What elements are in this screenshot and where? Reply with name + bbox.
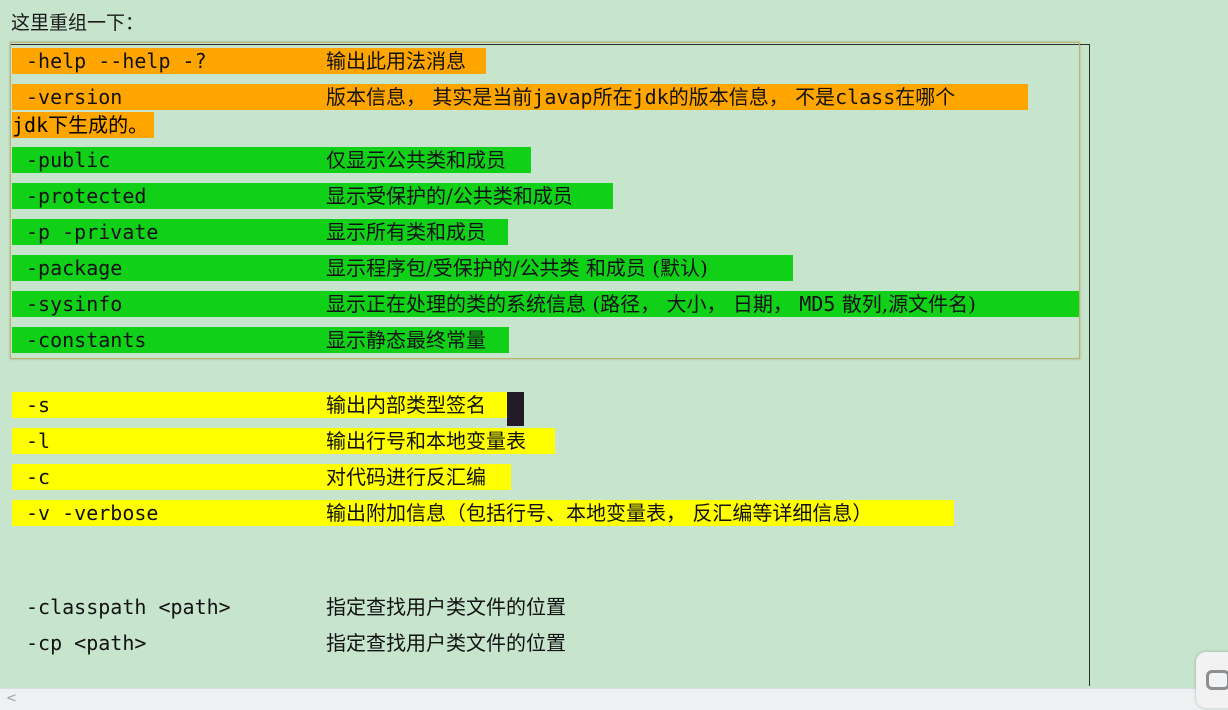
option-row-package: -package 显示程序包/受保护的/公共类 和成员 (默认) <box>12 255 793 281</box>
option-row-constants: -constants 显示静态最终常量 <box>12 327 509 353</box>
option-name: -classpath <path> <box>26 595 231 619</box>
option-name: -p -private <box>26 220 159 244</box>
option-name: -version <box>26 85 123 109</box>
option-description-continued: jdk下生成的。 <box>12 112 155 138</box>
option-row-protected: -protected 显示受保护的/公共类和成员 <box>12 183 613 209</box>
text-cursor <box>507 392 524 426</box>
option-name: -help --help -? <box>26 49 207 73</box>
option-description: 指定查找用户类文件的位置 <box>326 631 566 655</box>
option-name: -protected <box>26 184 147 208</box>
option-description: 显示受保护的/公共类和成员 <box>326 184 573 208</box>
option-description: 输出附加信息（包括行号、本地变量表， 反汇编等详细信息） <box>326 501 873 525</box>
option-description: 显示正在处理的类的系统信息 (路径， 大小， 日期， MD5 散列,源文件名) <box>326 292 976 316</box>
option-name: -v -verbose <box>26 501 159 525</box>
option-name: -l <box>26 429 51 453</box>
table-frame-right <box>1089 44 1090 686</box>
section-heading: 这里重组一下： <box>11 12 145 34</box>
option-name: -s <box>26 393 51 417</box>
option-row-c: -c 对代码进行反汇编 <box>12 464 511 490</box>
option-row-private: -p -private 显示所有类和成员 <box>12 219 508 245</box>
option-row-cp: -cp <path> 指定查找用户类文件的位置 <box>12 630 712 656</box>
option-description: 对代码进行反汇编 <box>326 465 486 489</box>
option-row-verbose: -v -verbose 输出附加信息（包括行号、本地变量表， 反汇编等详细信息） <box>12 500 954 526</box>
option-description: 输出行号和本地变量表 <box>326 429 526 453</box>
table-frame-top <box>10 44 1090 45</box>
floating-widget-button[interactable] <box>1196 652 1228 708</box>
scroll-left-arrow-icon[interactable]: < <box>6 691 17 706</box>
option-description: 显示程序包/受保护的/公共类 和成员 (默认) <box>326 256 708 280</box>
horizontal-scrollbar[interactable]: < <box>0 688 1228 710</box>
option-description: 显示静态最终常量 <box>326 328 486 352</box>
option-name: -sysinfo <box>26 292 123 316</box>
option-name: -package <box>26 256 123 280</box>
option-row-version: -version 版本信息， 其实是当前javap所在jdk的版本信息， 不是c… <box>12 84 1028 110</box>
option-description: 指定查找用户类文件的位置 <box>326 595 566 619</box>
option-name: -cp <path> <box>26 631 147 655</box>
option-row-s: -s 输出内部类型签名 <box>12 392 507 418</box>
option-name: -c <box>26 465 51 489</box>
option-description: 输出此用法消息 <box>326 49 466 73</box>
tv-icon <box>1206 670 1228 690</box>
option-name: -constants <box>26 328 147 352</box>
option-row-classpath: -classpath <path> 指定查找用户类文件的位置 <box>12 594 712 620</box>
option-description: 显示所有类和成员 <box>326 220 486 244</box>
option-description: 仅显示公共类和成员 <box>326 148 506 172</box>
option-description: 版本信息， 其实是当前javap所在jdk的版本信息， 不是class在哪个 <box>326 85 956 109</box>
option-row-help: -help --help -? 输出此用法消息 <box>12 48 486 74</box>
option-row-sysinfo: -sysinfo 显示正在处理的类的系统信息 (路径， 大小， 日期， MD5 … <box>12 291 1080 317</box>
option-name: -public <box>26 148 111 172</box>
option-row-public: -public 仅显示公共类和成员 <box>12 147 531 173</box>
option-row-l: -l 输出行号和本地变量表 <box>12 428 555 454</box>
option-description: 输出内部类型签名 <box>326 393 486 417</box>
